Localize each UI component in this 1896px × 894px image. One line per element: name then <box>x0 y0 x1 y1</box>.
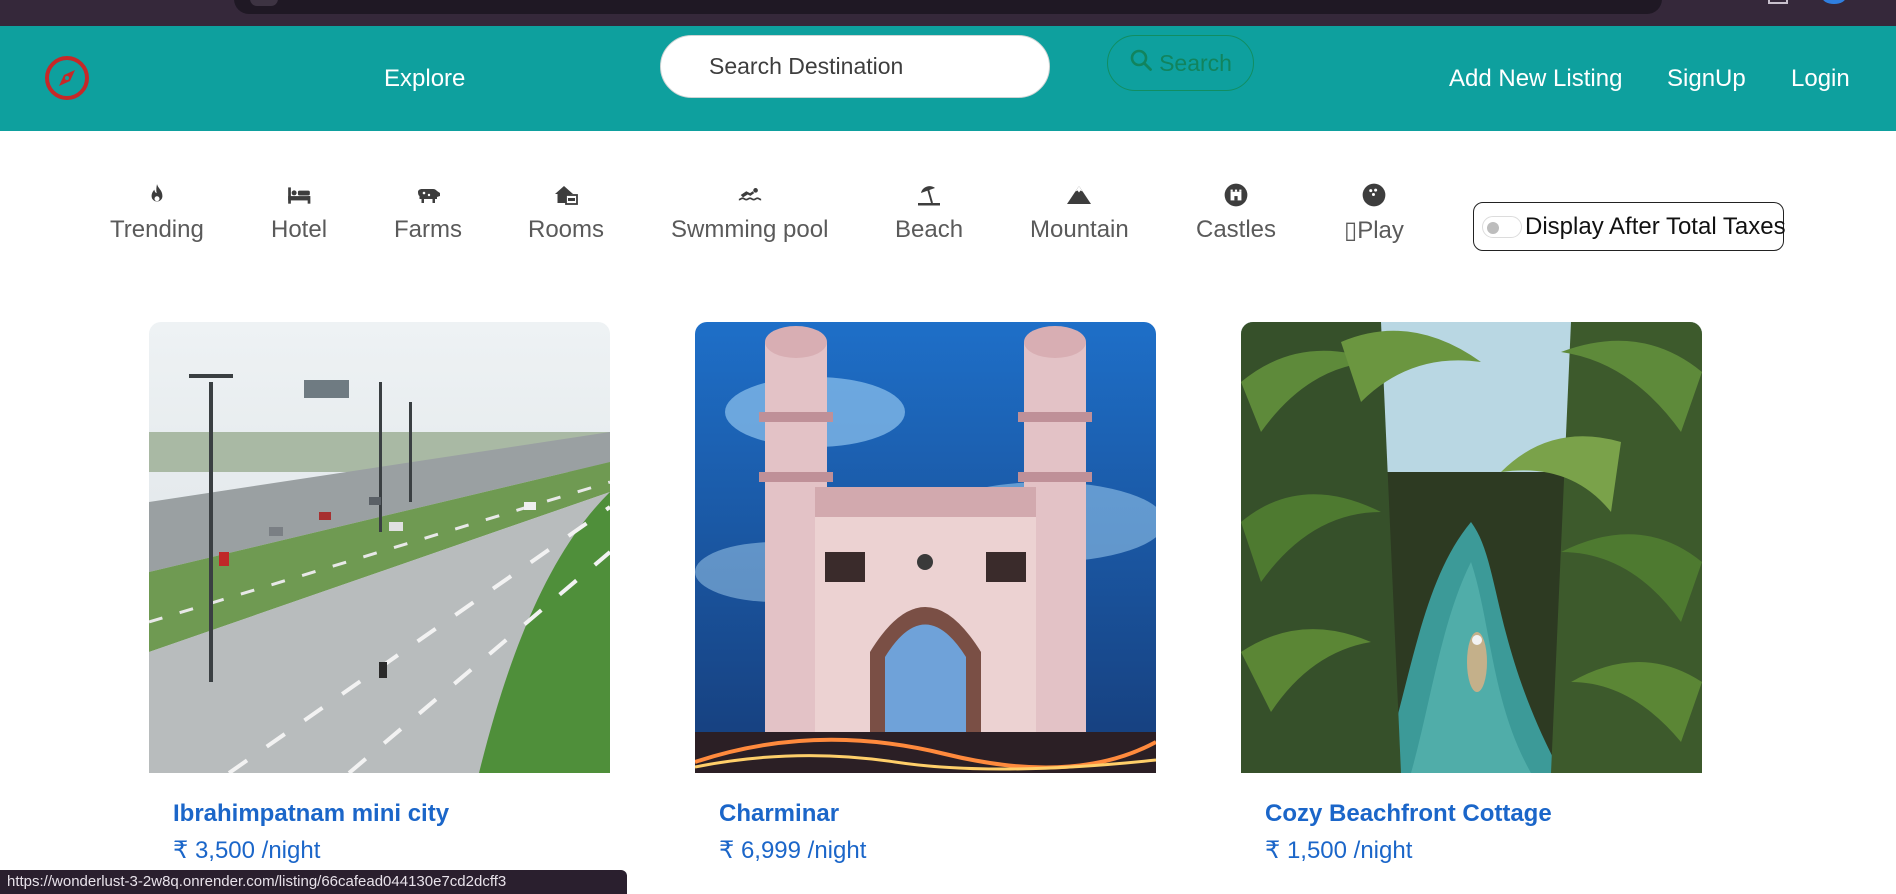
category-filters: Trending Hotel Farms Rooms Swmming pool … <box>0 131 1896 281</box>
tax-toggle[interactable]: Display After Total Taxes <box>1473 202 1786 251</box>
signup-link[interactable]: SignUp <box>1667 64 1746 94</box>
filter-label: Mountain <box>1030 216 1129 243</box>
house-icon <box>552 181 580 209</box>
search-input[interactable] <box>660 35 1050 98</box>
filter-label: Rooms <box>528 216 605 243</box>
filter-play-text: Play <box>1357 217 1404 244</box>
site-info-icon[interactable] <box>250 0 278 6</box>
mountain-icon <box>1065 181 1093 209</box>
profile-avatar[interactable] <box>1822 0 1846 4</box>
filter-label: Swmming pool <box>671 216 829 243</box>
filter-trending[interactable]: Trending <box>110 181 204 245</box>
filter-label: Beach <box>895 216 964 243</box>
address-bar[interactable] <box>234 0 1662 14</box>
navbar: Explore Search Add New Listing SignUp Lo… <box>0 26 1896 131</box>
bed-icon <box>285 181 313 209</box>
fire-icon <box>143 181 171 209</box>
browser-toolbar <box>0 0 1896 26</box>
listing-price: ₹ 1,500 /night <box>1265 837 1413 864</box>
filter-label: Hotel <box>271 216 328 243</box>
filter-rooms[interactable]: Rooms <box>528 181 604 245</box>
explore-link[interactable]: Explore <box>384 64 465 94</box>
cow-icon <box>414 181 442 209</box>
filter-swimming-pool[interactable]: Swmming pool <box>671 181 828 245</box>
filter-castles[interactable]: Castles <box>1196 181 1276 245</box>
status-bar-url: https://wonderlust-3-2w8q.onrender.com/l… <box>0 870 627 894</box>
listing-title[interactable]: Ibrahimpatnam mini city <box>173 800 449 828</box>
search-button[interactable]: Search <box>1107 35 1254 91</box>
palm-lagoon-photo <box>1241 322 1702 773</box>
listing-price: ₹ 6,999 /night <box>719 837 867 864</box>
swimmer-icon <box>736 181 764 209</box>
filter-hotel[interactable]: Hotel <box>271 181 327 245</box>
charminar-photo <box>695 322 1156 773</box>
login-link[interactable]: Login <box>1791 64 1850 94</box>
highway-photo <box>149 322 610 773</box>
search-button-label: Search <box>1159 49 1232 76</box>
ball-icon <box>1360 181 1388 209</box>
filter-label: ▯Play <box>1344 216 1404 244</box>
tax-toggle-label: Display After Total Taxes <box>1525 212 1786 240</box>
umbrella-beach-icon <box>915 181 943 209</box>
filter-farms[interactable]: Farms <box>394 181 462 245</box>
listing-price: ₹ 3,500 /night <box>173 837 321 864</box>
listing-title[interactable]: Cozy Beachfront Cottage <box>1265 800 1552 828</box>
filter-mountain[interactable]: Mountain <box>1030 181 1129 245</box>
filter-play[interactable]: ▯Play <box>1344 181 1404 246</box>
castle-icon <box>1222 181 1250 209</box>
tax-toggle-switch[interactable] <box>1482 215 1522 238</box>
listing-card[interactable]: Charminar ₹ 6,999 /night <box>695 322 1156 864</box>
filter-beach[interactable]: Beach <box>895 181 963 245</box>
filter-label: Trending <box>110 216 204 243</box>
download-icon[interactable] <box>1768 0 1788 4</box>
filter-label: Farms <box>394 216 462 243</box>
listing-title[interactable]: Charminar <box>719 800 839 828</box>
magnifier-icon <box>1129 48 1153 78</box>
filter-label: Castles <box>1196 216 1277 243</box>
compass-icon[interactable] <box>44 55 90 101</box>
listing-card[interactable]: Ibrahimpatnam mini city ₹ 3,500 /night <box>149 322 610 864</box>
listing-card[interactable]: Cozy Beachfront Cottage ₹ 1,500 /night <box>1241 322 1702 864</box>
add-new-listing-link[interactable]: Add New Listing <box>1449 64 1622 94</box>
